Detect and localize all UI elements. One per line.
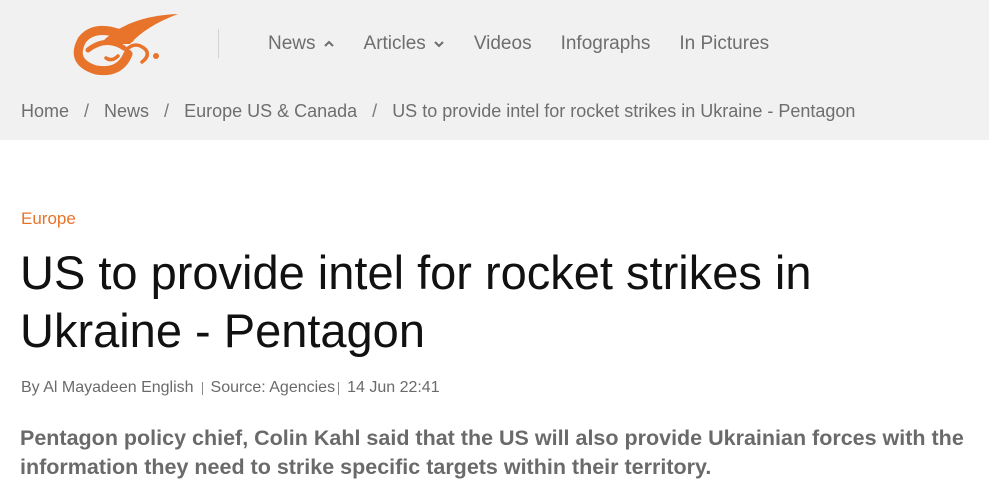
nav-item-articles[interactable]: Articles	[364, 33, 445, 55]
breadcrumb: Home / News / Europe US & Canada / US to…	[21, 101, 855, 122]
chevron-down-icon	[434, 41, 444, 48]
chevron-up-icon	[323, 40, 334, 47]
site-header: News Articles Videos Infographs In Pictu…	[0, 0, 989, 140]
article-date: 14 Jun 22:41	[347, 379, 440, 396]
nav-item-in-pictures[interactable]: In Pictures	[679, 33, 769, 55]
article-summary: Pentagon policy chief, Colin Kahl said t…	[20, 426, 964, 479]
breadcrumb-home[interactable]: Home	[21, 101, 69, 122]
breadcrumb-separator: /	[164, 101, 170, 121]
article-title: US to provide intel for rocket strikes i…	[20, 246, 812, 357]
article-meta: By Al Mayadeen English Source: Agencies …	[21, 379, 440, 397]
article-source: Source: Agencies	[210, 379, 336, 396]
article-category[interactable]: Europe	[21, 209, 76, 229]
nav-item-label: Videos	[473, 33, 532, 54]
article-author: By Al Mayadeen English	[21, 379, 194, 396]
meta-divider	[338, 381, 340, 395]
al-mayadeen-logo[interactable]	[66, 10, 184, 76]
nav-item-infographs[interactable]: Infographs	[561, 33, 651, 55]
nav-item-news[interactable]: News	[268, 33, 335, 55]
meta-divider	[201, 381, 203, 395]
nav-item-label: In Pictures	[679, 33, 770, 54]
main-nav: News Articles Videos Infographs In Pictu…	[268, 29, 798, 59]
breadcrumb-separator: /	[84, 101, 90, 121]
breadcrumb-current: US to provide intel for rocket strikes i…	[392, 101, 856, 121]
nav-item-label: Articles	[363, 33, 426, 54]
nav-item-videos[interactable]: Videos	[474, 33, 532, 55]
breadcrumb-separator: /	[372, 101, 378, 121]
breadcrumb-news[interactable]: News	[104, 101, 149, 122]
header-divider	[218, 29, 219, 58]
nav-item-label: Infographs	[560, 33, 651, 54]
breadcrumb-europe-us-canada[interactable]: Europe US & Canada	[184, 101, 357, 122]
nav-item-label: News	[268, 33, 316, 54]
